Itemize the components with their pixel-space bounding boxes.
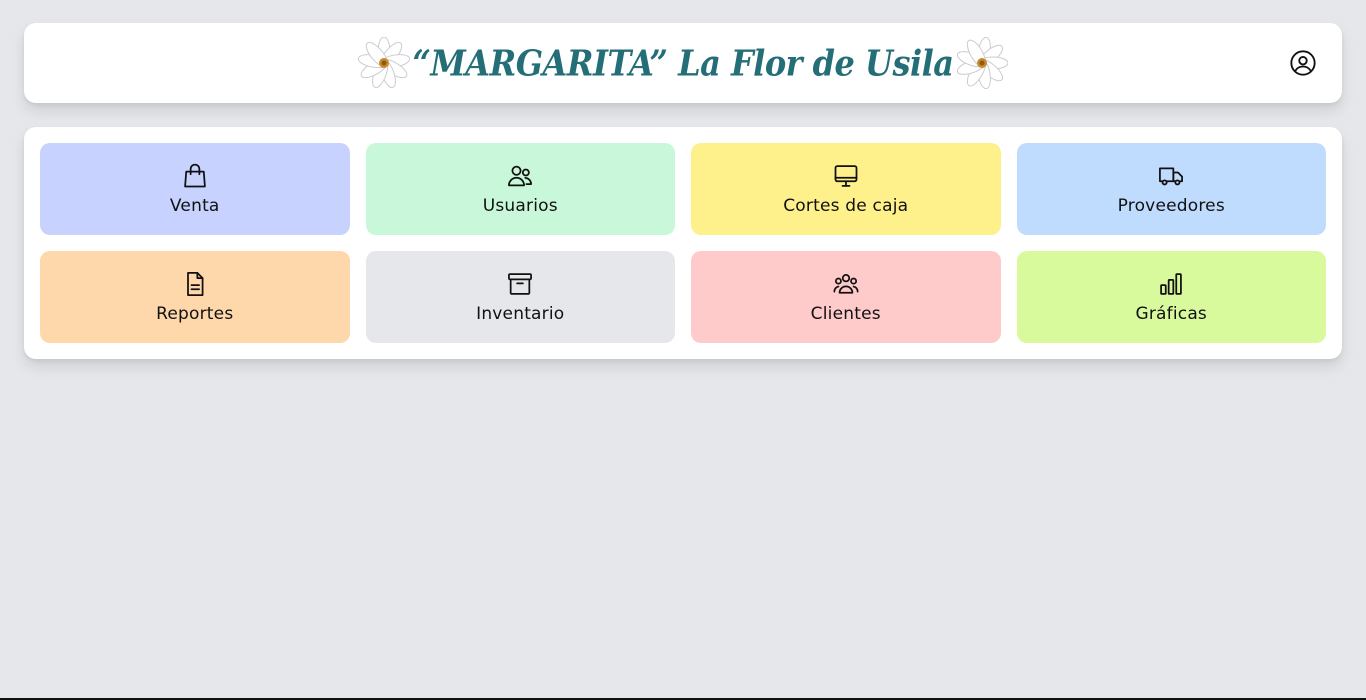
- users-icon: [508, 165, 533, 187]
- tile-label: Reportes: [156, 304, 234, 324]
- tile-label: Proveedores: [1117, 196, 1225, 216]
- tile-cortes-de-caja[interactable]: Cortes de caja: [691, 143, 1001, 235]
- menu-panel: Venta Usuarios Cortes de caja Proveedore…: [24, 127, 1342, 359]
- monitor-icon: [834, 165, 858, 187]
- tile-proveedores[interactable]: Proveedores: [1016, 143, 1326, 235]
- truck-icon: [1159, 167, 1184, 186]
- tile-label: Clientes: [810, 304, 881, 324]
- daisy-flower-icon: [358, 37, 411, 89]
- document-icon: [186, 272, 204, 296]
- app-title: “MARGARITA” La Flor de Usila: [412, 41, 954, 85]
- tile-label: Inventario: [476, 304, 565, 324]
- tile-inventario[interactable]: Inventario: [365, 251, 675, 343]
- archive-box-icon: [508, 273, 533, 295]
- user-circle-icon: [1290, 50, 1316, 76]
- tile-graficas[interactable]: Gráficas: [1016, 251, 1326, 343]
- tile-reportes[interactable]: Reportes: [40, 251, 350, 343]
- tile-clientes[interactable]: Clientes: [691, 251, 1001, 343]
- bar-chart-icon: [1160, 273, 1183, 295]
- tile-label: Usuarios: [482, 196, 558, 216]
- shopping-bag-icon: [183, 163, 206, 188]
- tile-label: Gráficas: [1135, 304, 1207, 324]
- user-account-button[interactable]: [1288, 48, 1318, 78]
- tile-usuarios[interactable]: Usuarios: [365, 143, 675, 235]
- user-group-icon: [833, 274, 859, 294]
- daisy-flower-icon: [956, 37, 1008, 89]
- top-header: “MARGARITA” La Flor de Usila: [24, 23, 1342, 103]
- tile-label: Cortes de caja: [783, 196, 909, 216]
- tile-venta[interactable]: Venta: [40, 143, 350, 235]
- tile-label: Venta: [169, 196, 220, 216]
- brand: “MARGARITA” La Flor de Usila: [358, 37, 1008, 89]
